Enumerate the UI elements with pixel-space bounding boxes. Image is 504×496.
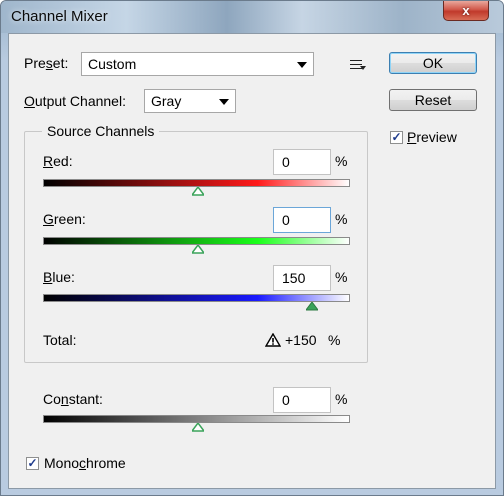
preset-label-pre: Pre xyxy=(24,55,46,71)
constant-label-key: n xyxy=(60,391,69,407)
red-gradient-track[interactable] xyxy=(43,179,350,187)
green-unit: % xyxy=(335,211,348,227)
constant-gradient-track[interactable] xyxy=(43,415,350,423)
ok-button[interactable]: OK xyxy=(389,52,477,74)
preview-label-post: review xyxy=(416,129,457,145)
blue-unit: % xyxy=(335,269,348,285)
preview-label: Preview xyxy=(407,129,457,145)
red-unit: % xyxy=(335,153,348,169)
close-button[interactable]: x xyxy=(443,1,489,21)
red-label-post: ed: xyxy=(53,153,73,169)
output-channel-label: Output Channel: xyxy=(24,93,126,109)
output-channel-label-key: O xyxy=(24,93,35,109)
constant-slider-thumb[interactable] xyxy=(192,423,204,432)
blue-slider-thumb[interactable] xyxy=(306,302,318,311)
chevron-down-icon xyxy=(297,62,307,68)
red-value-input[interactable]: 0 xyxy=(273,149,331,175)
blue-gradient-track[interactable] xyxy=(43,294,350,302)
constant-value-input[interactable]: 0 xyxy=(273,387,331,413)
constant-label-post: stant: xyxy=(68,391,103,407)
green-gradient-track[interactable] xyxy=(43,237,350,245)
preview-checkbox[interactable]: ✓ xyxy=(390,131,403,144)
constant-label-pre: Co xyxy=(43,391,61,407)
preset-value: Custom xyxy=(88,56,137,72)
monochrome-label-key: c xyxy=(79,455,87,471)
total-label: Total: xyxy=(43,332,77,348)
total-unit: % xyxy=(328,332,341,348)
blue-value-input[interactable]: 150 xyxy=(273,265,331,291)
output-channel-value: Gray xyxy=(151,93,182,109)
constant-label: Constant: xyxy=(43,391,103,407)
chevron-down-icon xyxy=(219,99,229,105)
green-label: Green: xyxy=(43,211,86,227)
monochrome-label-pre: Mono xyxy=(44,455,80,471)
preset-label-key: s xyxy=(45,55,53,71)
dialog-client-area: Preset: Custom Output Channel: Gray OK R… xyxy=(8,33,496,489)
preset-options-menu-icon[interactable] xyxy=(350,60,366,72)
red-label: Red: xyxy=(43,153,73,169)
preset-dropdown[interactable]: Custom xyxy=(81,52,314,76)
reset-button[interactable]: Reset xyxy=(389,89,477,111)
monochrome-checkbox[interactable]: ✓ xyxy=(26,457,39,470)
title-bar[interactable]: Channel Mixer x xyxy=(1,1,503,33)
monochrome-label-post: hrome xyxy=(86,455,126,471)
constant-unit: % xyxy=(335,391,348,407)
preview-label-key: P xyxy=(407,129,417,145)
green-label-post: reen: xyxy=(53,211,86,227)
red-label-key: R xyxy=(43,153,54,169)
blue-label-key: B xyxy=(43,269,53,285)
blue-label: Blue: xyxy=(43,269,75,285)
green-label-key: G xyxy=(43,211,54,227)
output-channel-dropdown[interactable]: Gray xyxy=(144,89,236,113)
green-value-input[interactable]: 0 xyxy=(273,207,331,233)
total-value: +150 xyxy=(285,332,317,348)
monochrome-label: Monochrome xyxy=(44,455,126,471)
blue-label-post: lue: xyxy=(52,269,75,285)
output-channel-label-post: utput Channel: xyxy=(34,93,126,109)
source-channels-title: Source Channels xyxy=(42,123,160,139)
red-slider-thumb[interactable] xyxy=(192,187,204,196)
preset-label-post: et: xyxy=(52,55,69,71)
dialog-window: Channel Mixer x Preset: Custom Output Ch… xyxy=(0,0,504,496)
warning-triangle-icon xyxy=(265,333,281,347)
green-slider-thumb[interactable] xyxy=(192,245,204,254)
close-icon: x xyxy=(462,3,470,18)
preset-label: Preset: xyxy=(24,55,68,71)
window-title: Channel Mixer xyxy=(11,8,108,25)
